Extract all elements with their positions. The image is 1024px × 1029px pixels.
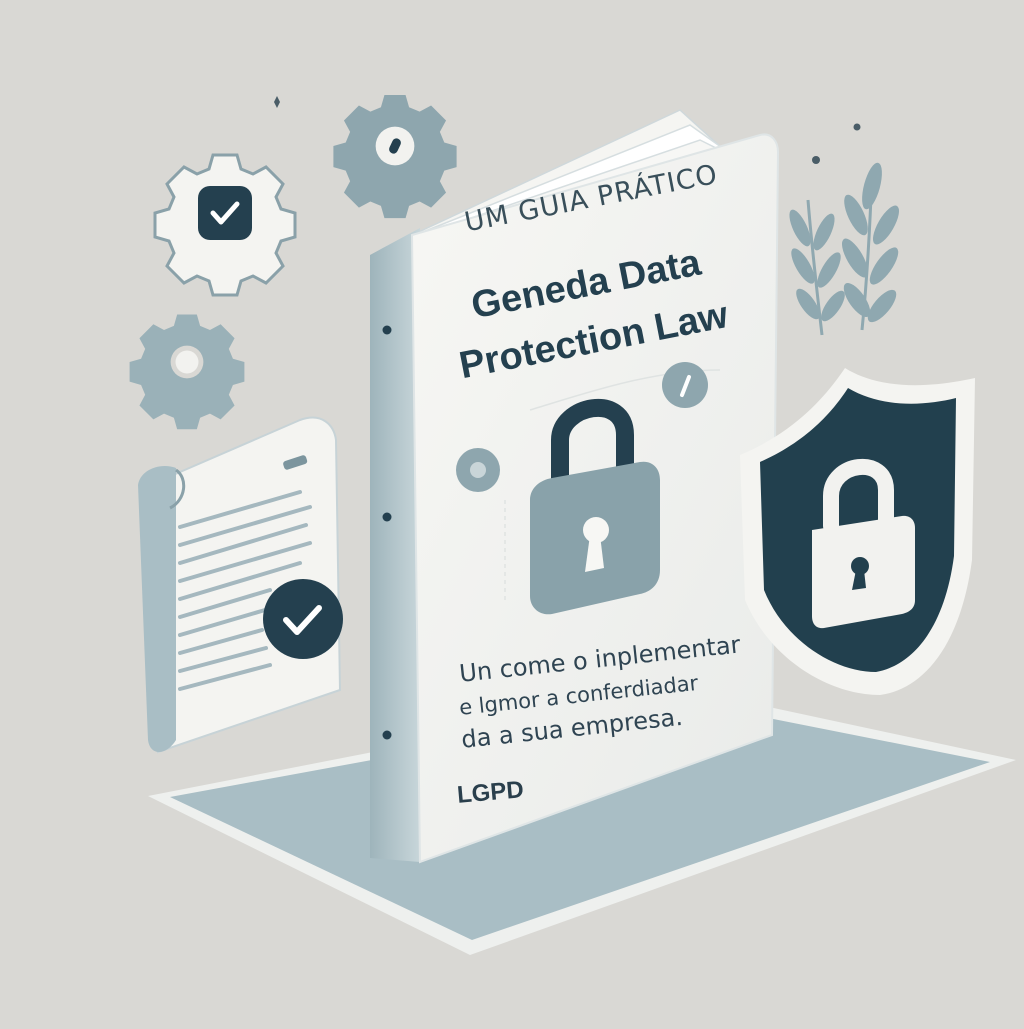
gear-check-icon bbox=[153, 153, 297, 297]
scene-artwork bbox=[129, 94, 1016, 955]
gear-dot-icon bbox=[333, 94, 457, 219]
cover-tag: LGPD bbox=[456, 776, 525, 809]
leaf-branch-icon bbox=[789, 162, 899, 336]
illustration-scene: UM GUIA PRÁTICO Geneda Data Protection L… bbox=[0, 0, 1024, 1024]
document-check-icon bbox=[138, 416, 343, 754]
gear-icon bbox=[129, 314, 245, 430]
